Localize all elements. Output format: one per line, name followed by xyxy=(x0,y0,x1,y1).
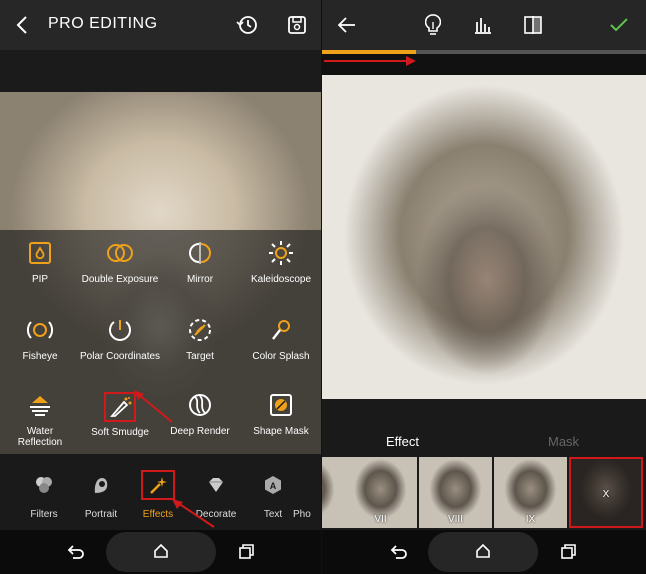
tool-label: Color Splash xyxy=(252,351,310,362)
page-title: PRO EDITING xyxy=(48,15,158,32)
tool-label: Water Reflection xyxy=(0,426,80,448)
thumbnail-label: VII xyxy=(374,514,387,525)
back-nav-icon[interactable] xyxy=(388,542,410,562)
effect-thumbnail[interactable] xyxy=(322,457,345,528)
recents-icon[interactable] xyxy=(558,542,578,562)
tab-label: Pho xyxy=(293,509,311,520)
effect-detail-panel: Effect Mask VII VIII IX X xyxy=(322,0,646,574)
tool-pip[interactable]: PIP xyxy=(0,240,80,285)
tab-label: Filters xyxy=(30,509,58,520)
portrait-icon xyxy=(89,473,113,497)
tool-label: Target xyxy=(186,351,214,362)
tool-double-exposure[interactable]: Double Exposure xyxy=(80,240,160,285)
effects-icon xyxy=(141,470,175,500)
effect-thumbnail[interactable]: VIII xyxy=(419,457,492,528)
tool-label: Kaleidoscope xyxy=(250,274,312,285)
thumbnail-label: IX xyxy=(525,514,536,525)
tab-filters[interactable]: Filters xyxy=(16,473,72,520)
photo-icon xyxy=(293,473,317,497)
double-exposure-icon xyxy=(107,240,133,266)
svg-text:A: A xyxy=(270,481,277,491)
annotation-arrow xyxy=(324,56,416,66)
back-arrow-icon[interactable] xyxy=(336,14,358,36)
tool-label: PIP xyxy=(31,274,49,285)
tool-label: Polar Coordinates xyxy=(80,351,161,362)
recents-icon[interactable] xyxy=(236,542,256,562)
tool-target[interactable]: Target xyxy=(160,317,240,362)
top-bar: PRO EDITING xyxy=(0,0,321,50)
home-icon xyxy=(474,542,492,560)
bottom-tab-bar: Filters Portrait Effects Decorate A Text… xyxy=(0,455,321,530)
tool-color-splash[interactable]: Color Splash xyxy=(241,317,321,362)
color-splash-icon xyxy=(268,317,294,343)
back-icon[interactable] xyxy=(12,14,32,36)
photo-preview xyxy=(322,75,646,399)
tool-water-reflection[interactable]: Water Reflection xyxy=(0,392,80,448)
text-icon: A xyxy=(261,473,285,497)
effect-thumbnail[interactable]: VII xyxy=(344,457,417,528)
deep-render-icon xyxy=(187,392,213,418)
system-nav-bar xyxy=(322,530,646,574)
histogram-icon[interactable] xyxy=(472,14,494,36)
decorate-icon xyxy=(204,473,228,497)
fisheye-icon xyxy=(27,317,53,343)
water-reflection-icon xyxy=(27,392,53,418)
effect-tab[interactable]: Effect xyxy=(386,434,419,449)
tool-label: Soft Smudge xyxy=(91,427,149,438)
strip xyxy=(322,54,646,75)
polar-coordinates-icon xyxy=(107,317,133,343)
tab-portrait[interactable]: Portrait xyxy=(73,473,129,520)
tool-label: Mirror xyxy=(186,274,214,285)
home-icon xyxy=(152,542,170,560)
mirror-icon xyxy=(187,240,213,266)
filters-icon xyxy=(32,473,56,497)
tab-label: Portrait xyxy=(84,509,118,520)
pip-icon xyxy=(27,240,53,266)
effect-thumbnails: VII VIII IX X xyxy=(322,455,646,530)
mask-tab[interactable]: Mask xyxy=(548,434,579,449)
thumbnail-label: VIII xyxy=(447,514,463,525)
check-icon[interactable] xyxy=(608,14,630,36)
annotation-arrow xyxy=(172,499,215,528)
effect-thumbnail-selected[interactable]: X xyxy=(569,457,643,528)
effect-thumbnail[interactable]: IX xyxy=(494,457,567,528)
tool-polar-coordinates[interactable]: Polar Coordinates xyxy=(80,317,160,362)
annotation-arrow xyxy=(134,390,173,423)
system-nav-bar xyxy=(0,530,321,574)
tool-label: Double Exposure xyxy=(81,274,159,285)
compare-icon[interactable] xyxy=(522,14,544,36)
top-bar xyxy=(322,0,646,50)
back-nav-icon[interactable] xyxy=(65,542,87,562)
tool-mirror[interactable]: Mirror xyxy=(160,240,240,285)
shape-mask-icon xyxy=(268,392,294,418)
tool-shape-mask[interactable]: Shape Mask xyxy=(241,392,321,437)
effects-grid: PIP Double Exposure Mirror Kaleidoscope … xyxy=(0,230,321,455)
home-button[interactable] xyxy=(428,532,538,572)
save-icon[interactable] xyxy=(286,14,308,36)
thumbnail-label: X xyxy=(602,489,610,500)
kaleidoscope-icon xyxy=(268,240,294,266)
home-button[interactable] xyxy=(106,532,216,572)
light-bulb-icon[interactable] xyxy=(422,13,444,37)
tool-label: Fisheye xyxy=(22,351,58,362)
tool-kaleidoscope[interactable]: Kaleidoscope xyxy=(241,240,321,285)
tool-label: Deep Render xyxy=(170,426,230,437)
tool-fisheye[interactable]: Fisheye xyxy=(0,317,80,362)
tool-label-text: Water Reflection xyxy=(17,426,63,448)
editor-panel: PRO EDITING PIP Double Exposure Mirror K… xyxy=(0,0,321,574)
target-icon xyxy=(187,317,213,343)
history-icon[interactable] xyxy=(235,13,259,37)
tab-photo[interactable]: Pho xyxy=(293,473,321,520)
tool-label: Shape Mask xyxy=(253,426,309,437)
